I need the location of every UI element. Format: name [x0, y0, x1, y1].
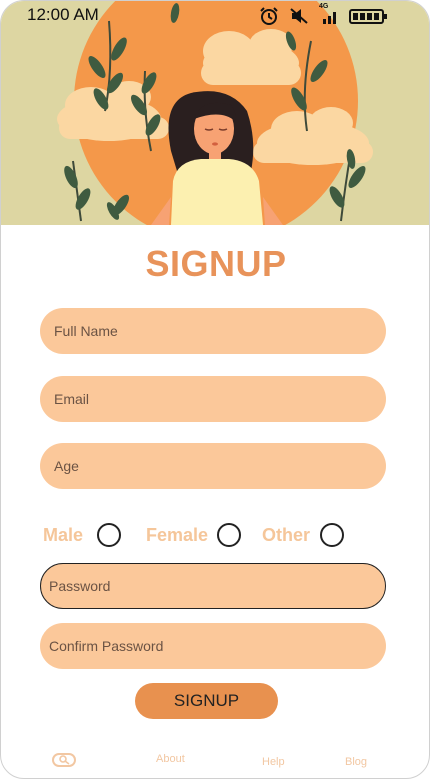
alarm-icon [259, 7, 279, 30]
email-input[interactable] [40, 376, 386, 422]
other-radio[interactable] [320, 523, 344, 547]
hero-illustration [1, 1, 429, 225]
age-input[interactable] [40, 443, 386, 489]
battery-icon [349, 7, 389, 30]
meditation-illustration [1, 1, 429, 225]
page-title: SIGNUP [145, 243, 287, 284]
signal-icon: 4G [319, 3, 339, 30]
network-label: 4G [319, 3, 329, 10]
full-name-input[interactable] [40, 308, 386, 354]
password-input[interactable] [40, 563, 386, 609]
mute-icon [289, 7, 309, 30]
male-radio[interactable] [97, 523, 121, 547]
home-icon[interactable] [52, 753, 76, 772]
confirm-password-input[interactable] [40, 623, 386, 669]
gender-label-other: Other [262, 525, 311, 545]
bottom-nav: About Help Blog [1, 749, 429, 773]
status-time: 12:00 AM [27, 5, 99, 24]
female-radio[interactable] [217, 523, 241, 547]
gender-label-male: Male [43, 525, 84, 545]
status-icons: 4G [259, 3, 389, 30]
gender-options: Male Female Other [43, 521, 403, 551]
nav-about[interactable]: About [156, 753, 185, 765]
gender-label-female: Female [146, 525, 209, 545]
phone-screen: 12:00 AM 4G SIGNUP Male Female Other SIG… [0, 0, 430, 779]
nav-help[interactable]: Help [262, 756, 285, 768]
nav-blog[interactable]: Blog [345, 756, 367, 768]
signup-button[interactable]: SIGNUP [135, 683, 278, 719]
